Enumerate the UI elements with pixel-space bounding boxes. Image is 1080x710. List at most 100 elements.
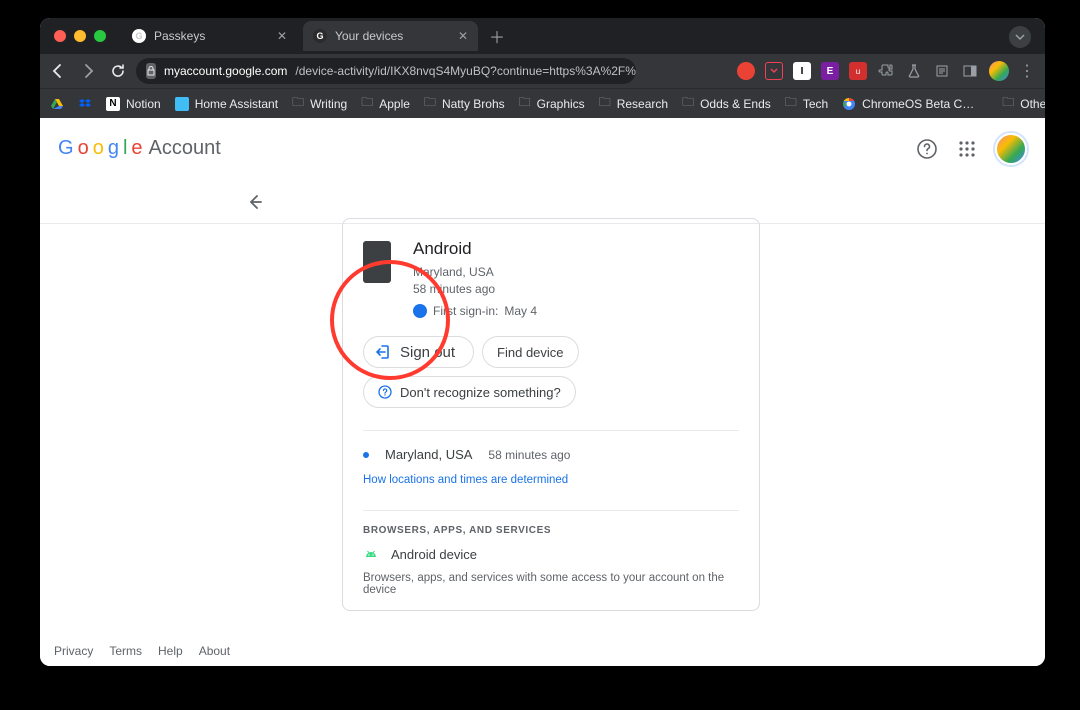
forward-button[interactable]	[80, 63, 96, 79]
address-bar[interactable]: myaccount.google.com/device-activity/id/…	[136, 58, 636, 84]
folder-icon: 🗀	[292, 93, 304, 114]
footer-terms-link[interactable]: Terms	[109, 644, 142, 658]
labs-icon[interactable]	[905, 62, 923, 80]
footer-privacy-link[interactable]: Privacy	[54, 644, 93, 658]
new-tab-button[interactable]: ＋	[484, 23, 510, 49]
session-row[interactable]: Maryland, USA 58 minutes ago	[363, 445, 739, 464]
bookmark-label: Tech	[803, 97, 828, 111]
bookmark-folder-graphics[interactable]: 🗀Graphics	[519, 93, 585, 114]
android-icon	[363, 546, 379, 562]
first-signin-label: First sign-in:	[433, 304, 498, 318]
other-bookmarks[interactable]: 🗀Other Bookmarks	[1002, 93, 1045, 114]
profile-avatar-button[interactable]	[989, 61, 1009, 81]
favicon-google-icon: G	[313, 29, 327, 43]
back-arrow-button[interactable]	[245, 192, 265, 212]
bookmark-label: ChromeOS Beta C…	[862, 97, 974, 111]
bookmark-label: Odds & Ends	[700, 97, 771, 111]
minimize-window-button[interactable]	[74, 30, 86, 42]
reload-icon	[110, 63, 126, 79]
services-subtext: Browsers, apps, and services with some a…	[363, 572, 739, 596]
bookmark-folder-tech[interactable]: 🗀 Tech	[785, 93, 828, 114]
account-avatar[interactable]	[995, 133, 1027, 165]
services-section-label: Browsers, apps, and services	[363, 525, 739, 536]
window-controls	[54, 30, 106, 42]
help-circle-icon	[378, 385, 392, 399]
ext-e-icon[interactable]: E	[821, 62, 839, 80]
collapse-tabs-button[interactable]	[1009, 26, 1031, 48]
bookmarks-bar: N Notion Home Assistant 🗀Writing 🗀Apple 🗀…	[40, 88, 1045, 118]
button-label: Find device	[497, 345, 563, 360]
device-card: Android Maryland, USA 58 minutes ago Fir…	[342, 218, 760, 611]
close-tab-icon[interactable]: ✕	[458, 29, 468, 43]
arrow-left-icon	[245, 192, 265, 212]
url-toolbar: myaccount.google.com/device-activity/id/…	[40, 54, 1045, 88]
tab-strip: G Passkeys ✕ G Your devices ✕ ＋	[40, 18, 1045, 54]
ext-opera-icon[interactable]	[737, 62, 755, 80]
favicon-google-icon: G	[132, 29, 146, 43]
how-locations-link[interactable]: How locations and times are determined	[363, 474, 568, 486]
side-panel-icon[interactable]	[961, 62, 979, 80]
footer-about-link[interactable]: About	[199, 644, 230, 658]
page-footer: Privacy Terms Help About	[54, 644, 230, 658]
bookmark-notion[interactable]: N Notion	[106, 97, 161, 111]
arrow-right-icon	[80, 63, 96, 79]
device-actions: Sign out Find device Don't recognize som…	[363, 336, 739, 408]
extension-icons: I E u ⋮	[737, 61, 1035, 81]
bookmark-chromeos-beta[interactable]: ChromeOS Beta C…	[842, 97, 974, 111]
folder-icon: 🗀	[361, 93, 373, 114]
device-last-active: 58 minutes ago	[413, 282, 537, 296]
bookmark-folder-natty-brohs[interactable]: 🗀Natty Brohs	[424, 93, 505, 114]
button-label: Sign out	[400, 344, 455, 361]
apps-grid-icon[interactable]	[955, 137, 979, 161]
ext-pocket-icon[interactable]	[765, 62, 783, 80]
folder-icon: 🗀	[519, 93, 531, 114]
divider	[363, 430, 739, 431]
button-label: Don't recognize something?	[400, 385, 561, 400]
tab-title: Your devices	[335, 29, 403, 43]
info-dot-icon	[413, 304, 427, 318]
close-window-button[interactable]	[54, 30, 66, 42]
bookmark-home-assistant[interactable]: Home Assistant	[175, 97, 278, 111]
google-account-header: Google Account	[40, 118, 1045, 180]
bookmark-folder-writing[interactable]: 🗀Writing	[292, 93, 347, 114]
chrome-icon	[842, 97, 856, 111]
close-tab-icon[interactable]: ✕	[277, 29, 287, 43]
arrow-left-icon	[50, 63, 66, 79]
ext-instapaper-icon[interactable]: I	[793, 62, 811, 80]
extensions-menu-icon[interactable]	[877, 62, 895, 80]
maximize-window-button[interactable]	[94, 30, 106, 42]
bookmark-label: Notion	[126, 97, 161, 111]
sign-out-button[interactable]: Sign out	[363, 336, 474, 368]
folder-icon: 🗀	[785, 93, 797, 114]
tab-passkeys[interactable]: G Passkeys ✕	[122, 21, 297, 51]
service-name: Android device	[391, 547, 477, 562]
ext-ublock-icon[interactable]: u	[849, 62, 867, 80]
bookmark-drive[interactable]	[50, 97, 64, 111]
help-icon[interactable]	[915, 137, 939, 161]
google-account-logo[interactable]: Google Account	[58, 137, 221, 160]
dont-recognize-button[interactable]: Don't recognize something?	[363, 376, 576, 408]
device-name: Android	[413, 239, 537, 259]
active-session-dot-icon	[363, 452, 369, 458]
bookmark-dropbox[interactable]	[78, 97, 92, 111]
site-settings-icon[interactable]	[146, 63, 156, 79]
reading-list-icon[interactable]	[933, 62, 951, 80]
reload-button[interactable]	[110, 63, 126, 79]
device-location: Maryland, USA	[413, 265, 537, 279]
folder-icon: 🗀	[424, 93, 436, 114]
back-button[interactable]	[50, 63, 66, 79]
footer-help-link[interactable]: Help	[158, 644, 183, 658]
url-path: /device-activity/id/IKX8nvqS4MyuBQ?conti…	[295, 64, 636, 78]
bookmark-folder-odds-ends[interactable]: 🗀 Odds & Ends	[682, 93, 771, 114]
tab-your-devices[interactable]: G Your devices ✕	[303, 21, 478, 51]
device-image-icon	[363, 241, 391, 283]
bookmark-folder-research[interactable]: 🗀Research	[599, 93, 668, 114]
folder-icon: 🗀	[682, 93, 694, 114]
drive-icon	[50, 97, 64, 111]
divider	[363, 510, 739, 511]
find-device-button[interactable]: Find device	[482, 336, 578, 368]
bookmark-folder-apple[interactable]: 🗀Apple	[361, 93, 410, 114]
notion-icon: N	[106, 97, 120, 111]
service-row: Android device	[363, 546, 739, 562]
chrome-menu-button[interactable]: ⋮	[1019, 61, 1035, 81]
